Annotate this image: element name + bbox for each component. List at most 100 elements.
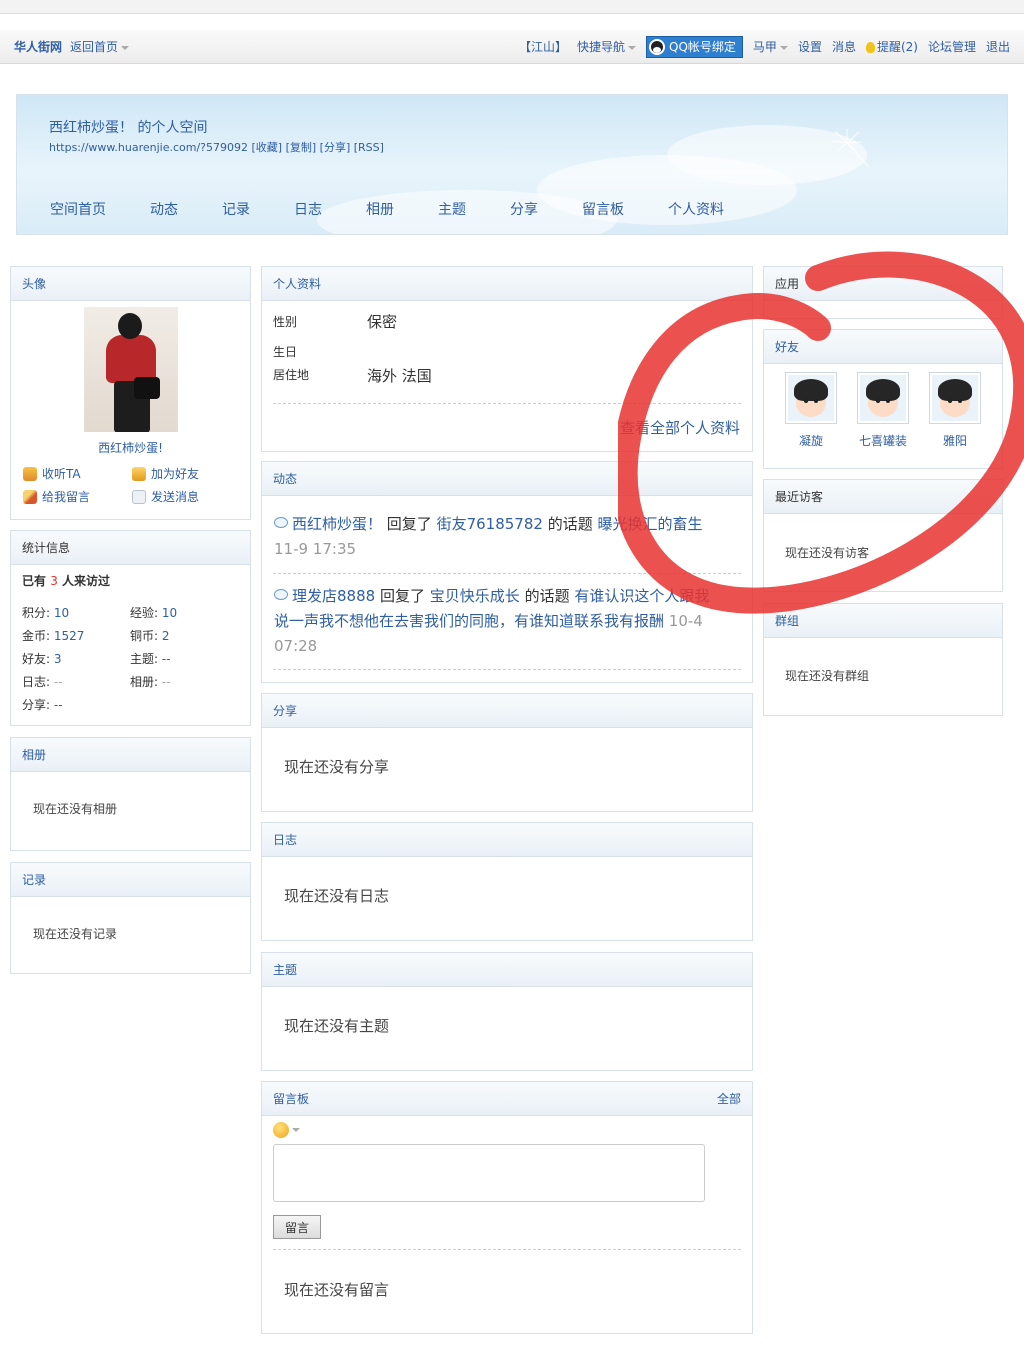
groups-panel: 群组 现在还没有群组: [763, 603, 1003, 716]
stat-item: 好友: 3: [22, 652, 62, 666]
topics-panel-header: 主题: [262, 953, 752, 987]
record-panel-title[interactable]: 记录: [22, 871, 46, 888]
visitors-empty-text: 现在还没有访客: [785, 546, 870, 560]
stats-row: 好友: 3 主题: --: [22, 647, 242, 670]
site-topbar: 华人街网 返回首页 【江山】 快捷导航 QQ帐号绑定 马甲 设置 消息 提醒(2…: [0, 30, 1024, 64]
visitors-panel-header: 最近访客: [764, 480, 1002, 514]
qq-bind-button[interactable]: QQ帐号绑定: [646, 35, 743, 58]
stat-item: 积分: 10: [22, 606, 70, 620]
share-empty-text: 现在还没有分享: [284, 758, 390, 776]
friend-item[interactable]: 七喜罐装: [854, 372, 912, 449]
emoji-picker[interactable]: [273, 1122, 300, 1138]
user-name: 马甲: [752, 40, 777, 54]
record-panel-header: 记录: [11, 863, 250, 897]
user-menu[interactable]: 马甲: [753, 38, 788, 55]
nav-home[interactable]: 空间首页: [50, 199, 106, 219]
guestbook-panel-header: 留言板 全部: [262, 1082, 752, 1116]
stats-grid: 积分: 10 经验: 10 金币: 1527 铜币: 2 好友: 3 主题: -- 日…: [22, 601, 242, 716]
feed-time: 11-9 17:35: [274, 540, 357, 558]
region-link[interactable]: 【江山】: [519, 38, 567, 55]
feed-target-user-link[interactable]: 街友76185782: [437, 515, 543, 533]
topics-panel-title[interactable]: 主题: [273, 961, 297, 978]
friend-item[interactable]: 雅阳: [926, 372, 984, 449]
feed-panel-title[interactable]: 动态: [273, 470, 297, 487]
visitors-panel: 最近访客 现在还没有访客: [763, 479, 1003, 592]
stats-row: 日志: -- 相册: --: [22, 670, 242, 693]
comment-bubble-icon: [274, 589, 288, 600]
nav-record[interactable]: 记录: [222, 199, 250, 219]
leave-message-link[interactable]: 给我留言: [23, 488, 90, 505]
space-url[interactable]: https://www.huarenjie.com/?579092 [收藏] […: [49, 139, 384, 155]
comment-bubble-icon: [274, 517, 288, 528]
site-brand-link[interactable]: 华人街网: [14, 38, 62, 55]
nav-guestbook[interactable]: 留言板: [582, 199, 624, 219]
follow-link[interactable]: 收听TA: [23, 465, 81, 482]
guestbook-panel: 留言板 全部 留言 现在还没有留言: [261, 1081, 753, 1334]
guestbook-panel-title[interactable]: 留言板: [273, 1090, 309, 1107]
feed-user-link[interactable]: 理发店8888: [292, 587, 375, 605]
groups-panel-title[interactable]: 群组: [775, 612, 799, 629]
nav-album[interactable]: 相册: [366, 199, 394, 219]
nav-blog[interactable]: 日志: [294, 199, 322, 219]
friend-item[interactable]: 凝旋: [782, 372, 840, 449]
forum-admin-link[interactable]: 论坛管理: [928, 38, 976, 55]
browser-top-strip: [0, 0, 1024, 14]
visits-prefix: 已有: [22, 574, 47, 588]
album-empty-text: 现在还没有相册: [33, 802, 118, 816]
residence-value: 海外 法国: [367, 367, 432, 385]
blog-empty-text: 现在还没有日志: [284, 887, 390, 905]
follow-icon: [23, 466, 37, 481]
nav-share[interactable]: 分享: [510, 199, 538, 219]
friends-panel-title[interactable]: 好友: [775, 338, 799, 355]
nav-topics[interactable]: 主题: [438, 199, 466, 219]
messages-link[interactable]: 消息: [832, 38, 856, 55]
stat-item: 相册: --: [130, 675, 171, 689]
back-home-link[interactable]: 返回首页: [70, 38, 130, 55]
blog-panel-header: 日志: [262, 823, 752, 857]
quick-nav-menu[interactable]: 快捷导航: [577, 38, 637, 55]
add-friend-link[interactable]: 加为好友: [132, 465, 199, 482]
guestbook-submit-button[interactable]: 留言: [273, 1215, 321, 1239]
dandelion-seed-icon: [832, 129, 870, 168]
feed-user-link[interactable]: 西红柿炒蛋！: [292, 515, 382, 533]
settings-link[interactable]: 设置: [798, 38, 822, 55]
friend-name: 七喜罐装: [858, 434, 907, 448]
share-panel-title[interactable]: 分享: [273, 702, 297, 719]
profile-panel: 个人资料 性别 保密 生日 居住地 海外 法国 查看全部个人资料: [261, 266, 753, 452]
stats-row: 积分: 10 经验: 10: [22, 601, 242, 624]
nav-profile[interactable]: 个人资料: [668, 199, 724, 219]
stat-item: 日志: --: [22, 675, 63, 689]
feed-target-user-link[interactable]: 宝贝快乐成长: [430, 587, 520, 605]
feed-topic-link[interactable]: 曝光换汇的畜生: [598, 515, 703, 533]
apps-panel: 应用: [763, 266, 1003, 319]
qq-bind-label: QQ帐号绑定: [669, 40, 736, 54]
reminders-label: 提醒(2): [876, 40, 918, 54]
nav-feed[interactable]: 动态: [150, 199, 178, 219]
friends-panel-header: 好友: [764, 330, 1002, 364]
friend-name: 凝旋: [798, 434, 823, 448]
stats-panel-title: 统计信息: [22, 541, 71, 555]
guestbook-empty-text: 现在还没有留言: [284, 1281, 390, 1299]
avatar: [857, 372, 909, 424]
divider: [273, 1249, 741, 1250]
stat-item: 主题: --: [130, 652, 171, 666]
share-panel: 分享 现在还没有分享: [261, 693, 753, 812]
avatar[interactable]: [84, 307, 178, 432]
chevron-down-icon: [628, 45, 637, 50]
chevron-down-icon: [779, 45, 788, 50]
avatar-figure-shirt: [106, 335, 156, 383]
send-message-link[interactable]: 发送消息: [132, 488, 199, 505]
guestbook-all-link[interactable]: 全部: [717, 1090, 741, 1107]
view-all-profile-link[interactable]: 查看全部个人资料: [620, 417, 740, 438]
avatar-panel-header: 头像: [11, 267, 250, 301]
album-panel-title[interactable]: 相册: [22, 746, 46, 763]
record-panel: 记录 现在还没有记录: [10, 862, 251, 974]
avatar-username[interactable]: 西红柿炒蛋!: [11, 439, 250, 456]
logout-link[interactable]: 退出: [986, 38, 1010, 55]
guestbook-message-input[interactable]: [273, 1144, 705, 1202]
blog-panel-title[interactable]: 日志: [273, 831, 297, 848]
reminders-link[interactable]: 提醒(2): [865, 38, 918, 55]
divider: [273, 573, 741, 574]
send-message-label: 发送消息: [151, 490, 200, 504]
avatar-panel: 头像 西红柿炒蛋! 收听TA 加为好友 给我留言 发送消息: [10, 266, 251, 520]
